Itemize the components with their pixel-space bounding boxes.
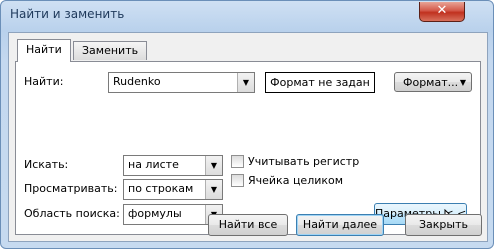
match-entire-checkbox[interactable]	[231, 174, 244, 187]
look-in-value: формулы	[128, 207, 182, 220]
find-all-button[interactable]: Найти все	[208, 214, 288, 236]
format-button-label: Формат...	[403, 76, 459, 89]
match-case-label[interactable]: Учитывать регистр	[248, 155, 359, 168]
tab-panel: Найти: Rudenko ▼ Формат не задан Формат.…	[15, 61, 481, 235]
match-case-checkbox[interactable]	[231, 155, 244, 168]
format-button[interactable]: Формат... ▼	[394, 72, 472, 92]
find-next-button[interactable]: Найти далее	[296, 214, 384, 236]
find-replace-dialog: Найти и заменить ✕ Найти Заменить Найти:…	[0, 0, 494, 249]
within-label: Искать:	[24, 158, 69, 171]
window-title: Найти и заменить	[10, 7, 125, 21]
chevron-down-icon[interactable]: ▼	[205, 156, 222, 175]
tab-replace[interactable]: Заменить	[73, 41, 148, 60]
look-in-label: Область поиска:	[24, 207, 120, 220]
tab-find[interactable]: Найти	[17, 39, 71, 62]
close-button[interactable]: Закрыть	[405, 214, 482, 236]
chevron-down-icon: ▼	[459, 78, 466, 87]
format-preview: Формат не задан	[265, 72, 375, 93]
dialog-body: Найти Заменить Найти: Rudenko ▼ Формат н…	[8, 32, 488, 242]
search-select[interactable]: по строкам ▼	[123, 179, 223, 200]
chevron-down-icon[interactable]: ▼	[237, 73, 254, 92]
chevron-down-icon[interactable]: ▼	[205, 180, 222, 199]
within-value: на листе	[128, 158, 179, 171]
find-input-value: Rudenko	[113, 75, 161, 88]
find-input[interactable]: Rudenko ▼	[108, 72, 255, 93]
find-label: Найти:	[24, 75, 64, 88]
search-label: Просматривать:	[24, 182, 118, 195]
search-value: по строкам	[128, 182, 194, 195]
close-window-button[interactable]: ✕	[419, 2, 465, 22]
match-entire-label[interactable]: Ячейка целиком	[248, 174, 343, 187]
within-select[interactable]: на листе ▼	[123, 155, 223, 176]
